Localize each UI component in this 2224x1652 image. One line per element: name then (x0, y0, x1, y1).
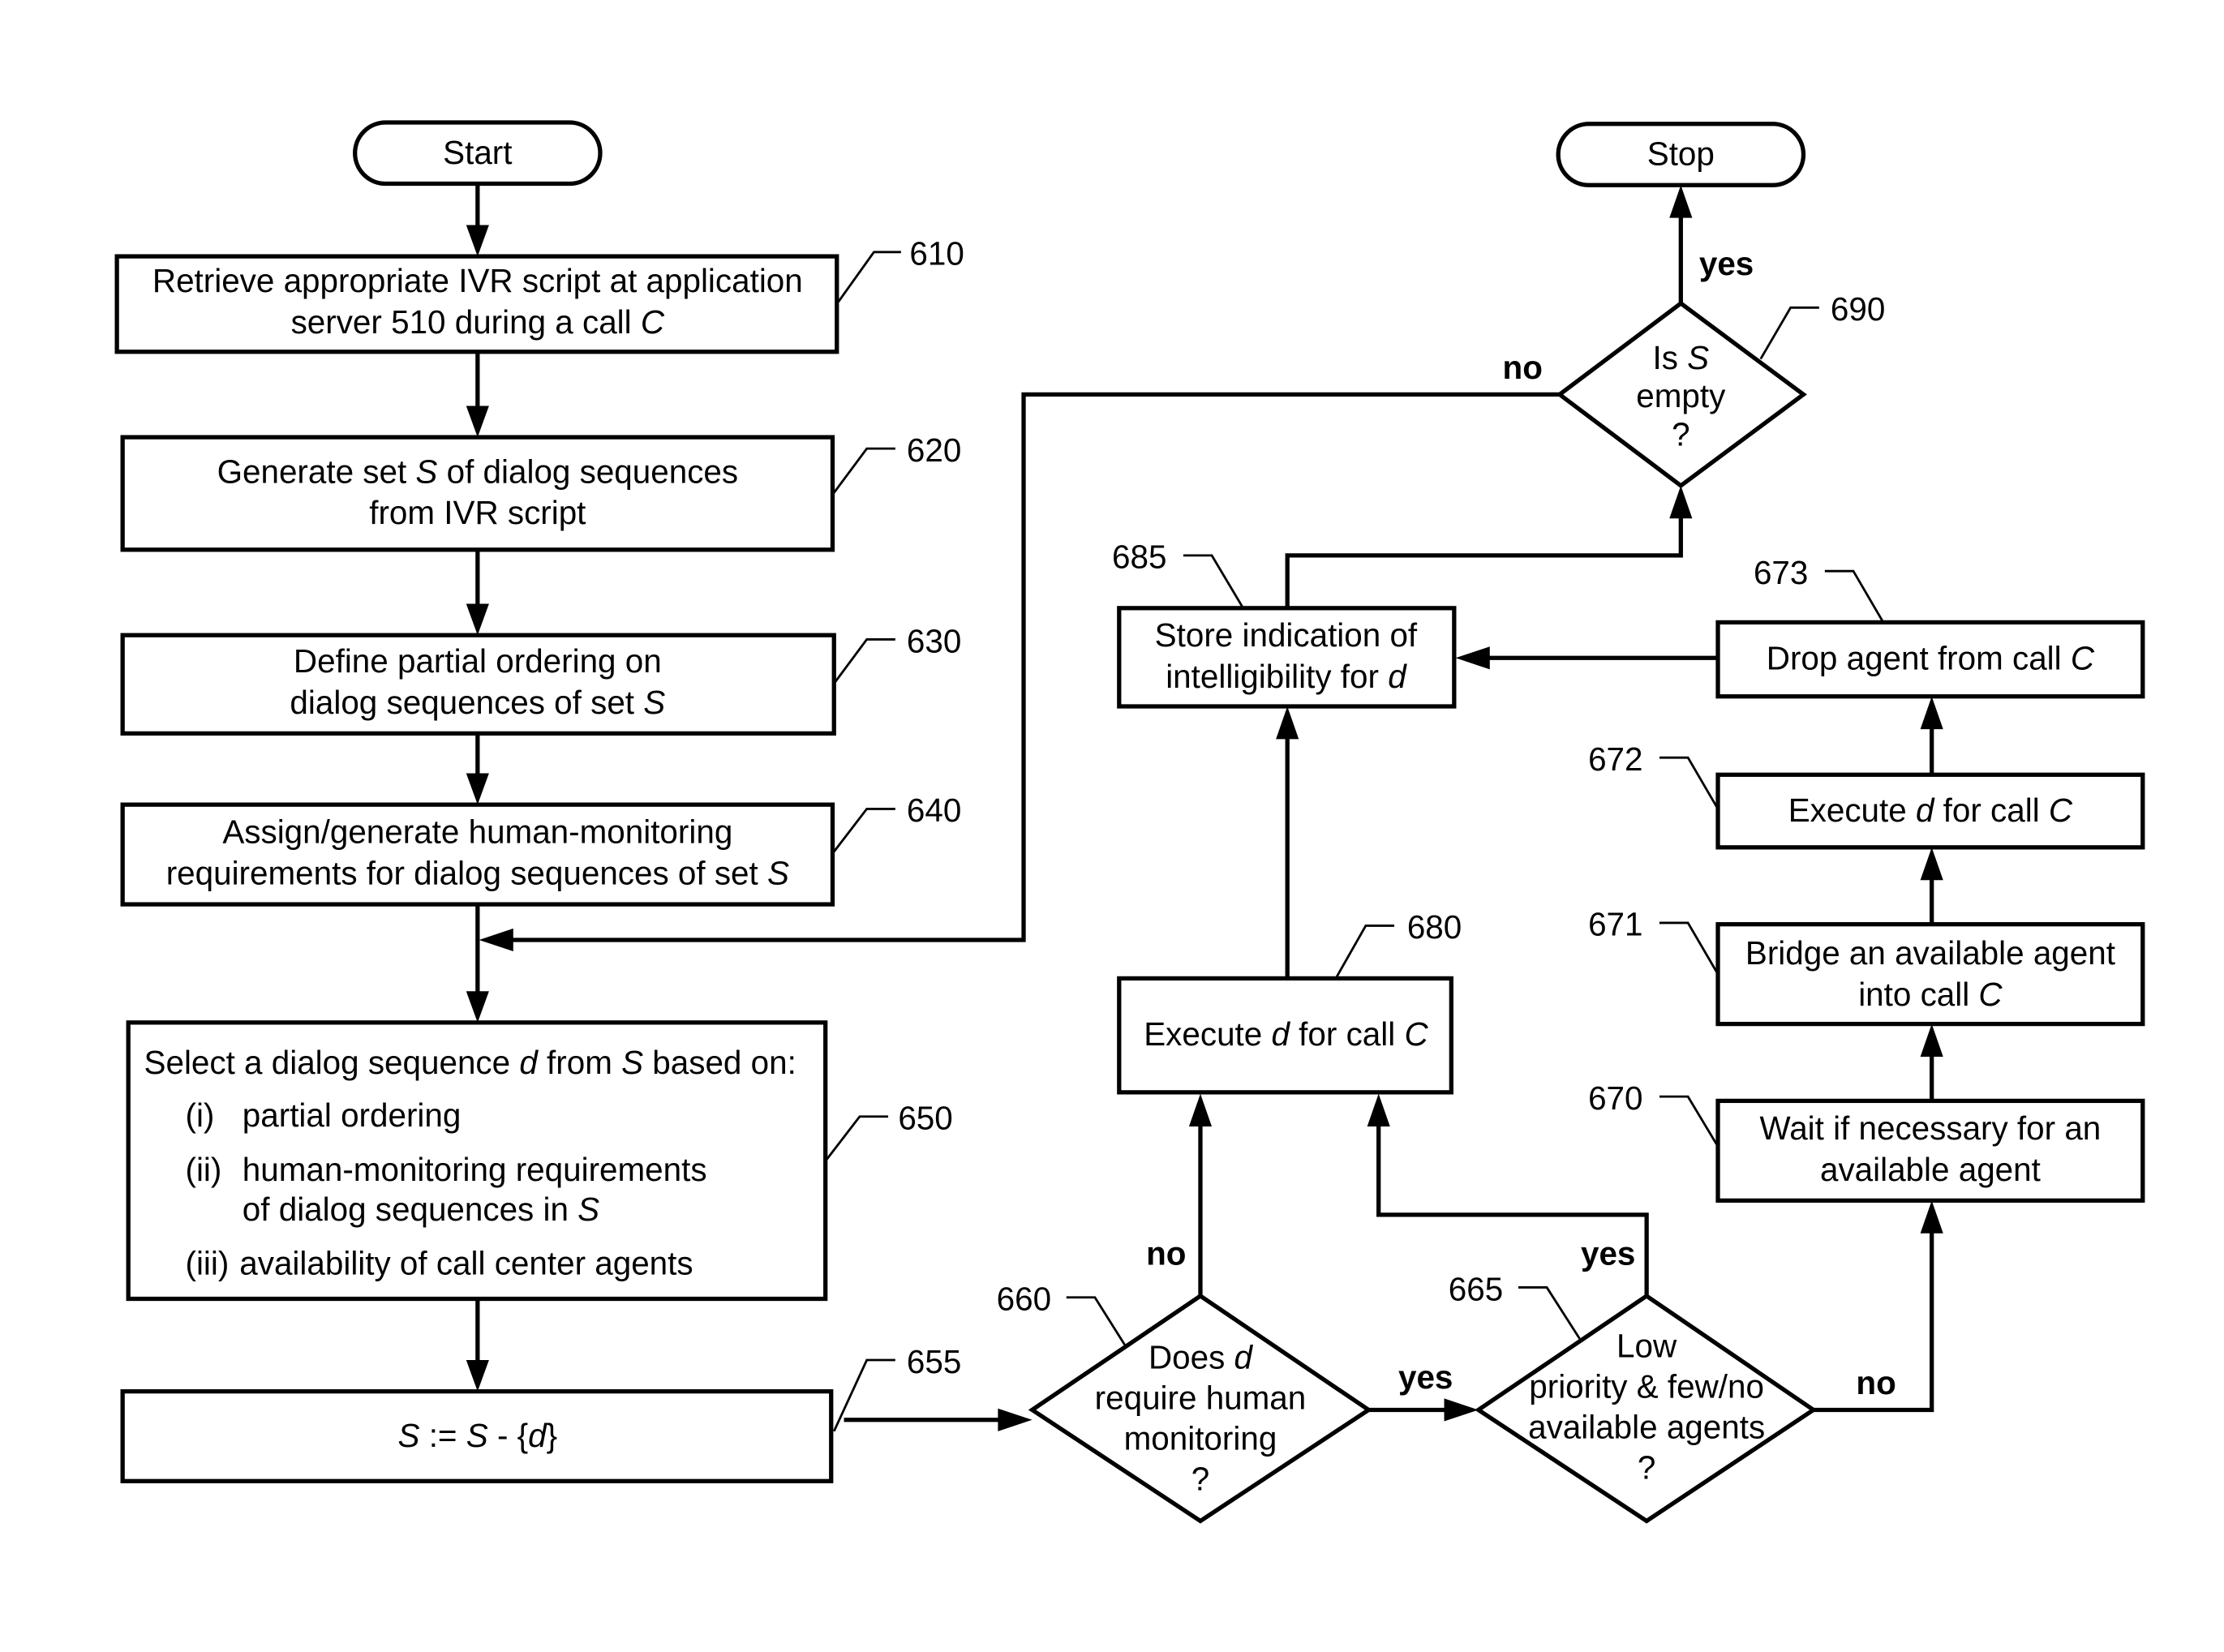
text-line: ? (1191, 1461, 1209, 1498)
text-line: Execute d for call C (1144, 1015, 1428, 1053)
stop-label: Stop (1647, 135, 1715, 173)
text-line: Assign/generate human-monitoring (222, 813, 732, 851)
arrowhead-down (466, 603, 489, 636)
arrowhead-down (466, 773, 489, 805)
ref-672: 672 (1588, 740, 1642, 778)
edge-685-690 (1285, 502, 1683, 608)
ref-610: 610 (909, 235, 964, 272)
edge-label-690-no: no (1503, 349, 1543, 386)
ref-670: 670 (1588, 1079, 1642, 1117)
list-item-number: (iii) (186, 1245, 230, 1282)
arrowhead-up (1669, 485, 1693, 519)
list-item-number: (ii) (186, 1151, 222, 1188)
text-line: Store indication of (1155, 616, 1418, 654)
ref-630: 630 (907, 622, 961, 659)
text-line: monitoring (1124, 1420, 1277, 1457)
arrowhead-right (998, 1408, 1033, 1431)
arrowhead-down (466, 225, 489, 257)
arrowhead-down (466, 991, 489, 1023)
text-line: intelligibility for d (1166, 658, 1407, 695)
ref-673: 673 (1754, 554, 1808, 591)
arrowhead-down (466, 405, 489, 438)
arrowhead-up (1920, 696, 1943, 730)
text-line: available agents (1528, 1409, 1765, 1446)
arrowhead-down (466, 1360, 489, 1392)
edge-label-660-yes: yes (1398, 1358, 1453, 1396)
text-line: from IVR script (369, 494, 586, 531)
start-terminal: Start (353, 120, 603, 187)
text-line: S := S - {d} (398, 1417, 558, 1454)
list-item-text: partial ordering (243, 1096, 462, 1134)
text-line: empty (1636, 377, 1726, 414)
text-line: available agent (1820, 1151, 2041, 1188)
edge-label-665-no: no (1856, 1364, 1896, 1401)
arrowhead-up (1276, 706, 1299, 740)
step-655-text: S := S - {d} (398, 1417, 558, 1454)
flowchart-canvas: Start Stop 610 620 630 640 650 655 660 6… (114, 120, 2145, 1524)
ref-690: 690 (1831, 290, 1885, 328)
list-item-number: (i) (186, 1096, 215, 1134)
text-line: ? (1672, 416, 1689, 453)
text-line: Is S (1653, 339, 1710, 376)
ref-660: 660 (997, 1281, 1051, 1318)
text-line: Wait if necessary for an (1760, 1109, 2102, 1147)
text-line: requirements for dialog sequences of set… (166, 855, 789, 892)
ref-640: 640 (907, 792, 961, 829)
arrowhead-left (1455, 646, 1490, 670)
text-line: priority & few/no (1529, 1368, 1764, 1405)
ref-650: 650 (898, 1100, 952, 1137)
text-line: Low (1616, 1328, 1677, 1365)
text-line: dialog sequences of set S (290, 684, 665, 721)
arrowhead-left (479, 928, 513, 952)
text-line: Execute d for call C (1788, 792, 2073, 829)
arrowhead-up (1920, 1023, 1943, 1057)
list-item-text: human-monitoring requirements (243, 1151, 707, 1188)
text-line: Drop agent from call C (1767, 639, 2095, 676)
ref-620: 620 (907, 431, 961, 469)
text-line: Define partial ordering on (294, 642, 662, 680)
arrowhead-right (1444, 1398, 1479, 1422)
stop-terminal: Stop (1556, 122, 1806, 187)
edge-label-665-yes: yes (1581, 1234, 1635, 1272)
start-label: Start (443, 134, 512, 171)
edge-label-690-yes: yes (1699, 245, 1754, 282)
text-line: require human (1095, 1380, 1307, 1417)
text-line: Retrieve appropriate IVR script at appli… (152, 262, 803, 299)
ref-665: 665 (1449, 1270, 1503, 1307)
arrowhead-up (1669, 185, 1693, 218)
arrowhead-up (1920, 847, 1943, 881)
step-673-text: Drop agent from call C (1767, 639, 2095, 676)
text-line: Bridge an available agent (1745, 934, 2115, 972)
ref-655: 655 (907, 1343, 961, 1380)
text-line: Does d (1148, 1339, 1254, 1376)
ref-671: 671 (1588, 906, 1642, 943)
ref-680: 680 (1407, 908, 1462, 946)
ref-685: 685 (1112, 539, 1166, 576)
list-item-text: availability of call center agents (239, 1245, 693, 1282)
arrowhead-up (1188, 1093, 1213, 1127)
arrowhead-up (1920, 1200, 1943, 1234)
text-line: server 510 during a call C (291, 303, 665, 341)
edge-label-660-no: no (1146, 1234, 1186, 1272)
list-item-text: of dialog sequences in S (243, 1191, 599, 1228)
arrowhead-up (1367, 1093, 1390, 1127)
step-680-text: Execute d for call C (1144, 1015, 1428, 1053)
step-650-heading: Select a dialog sequence d from S based … (144, 1044, 796, 1081)
step-672-text: Execute d for call C (1788, 792, 2073, 829)
text-line: into call C (1858, 976, 2003, 1013)
text-line: Generate set S of dialog sequences (217, 453, 739, 490)
text-line: ? (1638, 1449, 1655, 1487)
